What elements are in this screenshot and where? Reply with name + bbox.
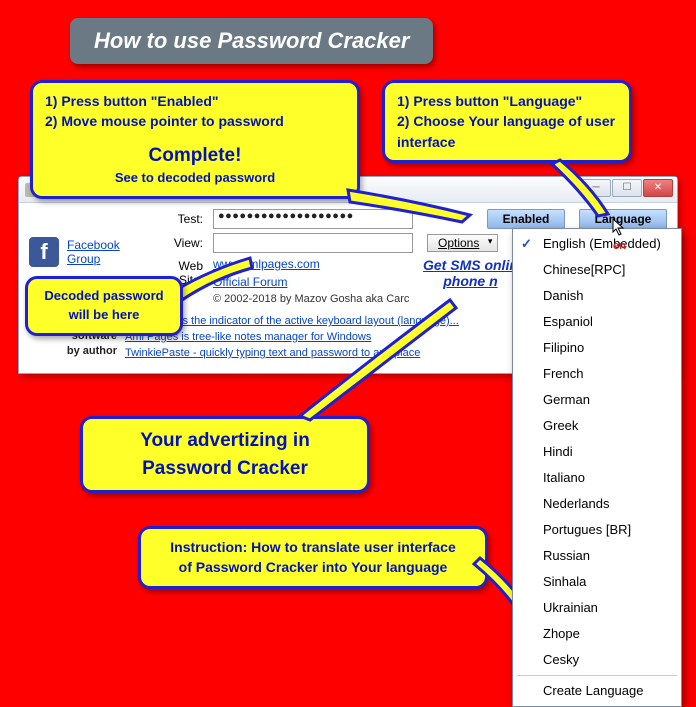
lang-item-ukrainian[interactable]: Ukrainian: [513, 595, 681, 621]
lang-label: English (Embedded): [543, 236, 661, 251]
facebook-icon[interactable]: f: [29, 237, 59, 267]
lang-item-create[interactable]: Create Language: [513, 678, 681, 704]
lang-item-espaniol[interactable]: Espaniol: [513, 309, 681, 335]
en-indicator: en: [613, 235, 626, 257]
lang-item-greek[interactable]: Greek: [513, 413, 681, 439]
lang-item-english[interactable]: English (Embedded) en: [513, 231, 681, 257]
text: Instruction: How to translate user inter…: [153, 537, 473, 557]
menu-separator: [517, 675, 677, 676]
test-field[interactable]: ●●●●●●●●●●●●●●●●●●●: [213, 209, 413, 229]
lang-item-german[interactable]: German: [513, 387, 681, 413]
sms-link-2[interactable]: phone n: [423, 273, 518, 289]
lang-item-nederlands[interactable]: Nederlands: [513, 491, 681, 517]
text: Your advertizing in: [95, 427, 355, 455]
lang-item-filipino[interactable]: Filipino: [513, 335, 681, 361]
text: 1) Press button "Enabled": [45, 91, 345, 111]
text: Complete!: [45, 142, 345, 170]
close-button[interactable]: ✕: [643, 179, 673, 197]
amlpages-link[interactable]: www.amlpages.com: [213, 257, 413, 271]
lang-item-french[interactable]: French: [513, 361, 681, 387]
text: 2) Choose Your language of user interfac…: [397, 111, 617, 152]
lang-item-portugues[interactable]: Portugues [BR]: [513, 517, 681, 543]
lang-item-cesky[interactable]: Cesky: [513, 647, 681, 673]
sms-link[interactable]: Get SMS onlin: [423, 257, 518, 273]
callout-advertising: Your advertizing in Password Cracker: [80, 416, 370, 493]
text: by author: [29, 344, 117, 358]
test-label: Test:: [159, 212, 203, 226]
twinkiepaste-link[interactable]: TwinkiePaste - quickly typing text and p…: [125, 347, 459, 359]
callout-decoded-password: Decoded password will be here: [25, 276, 183, 336]
callout-translate-instruction: Instruction: How to translate user inter…: [138, 526, 488, 589]
lang-item-danish[interactable]: Danish: [513, 283, 681, 309]
cursor-icon: [612, 218, 626, 236]
page-title: How to use Password Cracker: [70, 18, 433, 64]
text: Password Cracker: [95, 455, 355, 483]
facebook-link[interactable]: Facebook: [67, 238, 120, 252]
official-forum-link[interactable]: Official Forum: [213, 275, 413, 289]
lang-item-russian[interactable]: Russian: [513, 543, 681, 569]
text: See to decoded password: [45, 169, 345, 188]
lang-item-chinese[interactable]: Chinese[RPC]: [513, 257, 681, 283]
text: 1) Press button "Language": [397, 91, 617, 111]
callout-enabled-instructions: 1) Press button "Enabled" 2) Move mouse …: [30, 80, 360, 199]
lang-item-hindi[interactable]: Hindi: [513, 439, 681, 465]
facebook-group-link[interactable]: Group: [67, 252, 120, 266]
minimize-button[interactable]: ─: [581, 179, 611, 197]
enabled-button[interactable]: Enabled: [487, 209, 565, 229]
options-button[interactable]: Options: [427, 234, 498, 252]
lang-item-zhope[interactable]: Zhope: [513, 621, 681, 647]
lang-item-italiano[interactable]: Italiano: [513, 465, 681, 491]
text: Decoded password: [40, 287, 168, 306]
view-label: View:: [159, 236, 203, 250]
lang-item-sinhala[interactable]: Sinhala: [513, 569, 681, 595]
text: will be here: [40, 306, 168, 325]
maximize-button[interactable]: ☐: [612, 179, 642, 197]
callout-language-instructions: 1) Press button "Language" 2) Choose You…: [382, 80, 632, 163]
text: of Password Cracker into Your language: [153, 557, 473, 577]
language-menu: English (Embedded) en Chinese[RPC] Danis…: [512, 228, 682, 707]
text: 2) Move mouse pointer to password: [45, 111, 345, 131]
view-field[interactable]: [213, 233, 413, 253]
